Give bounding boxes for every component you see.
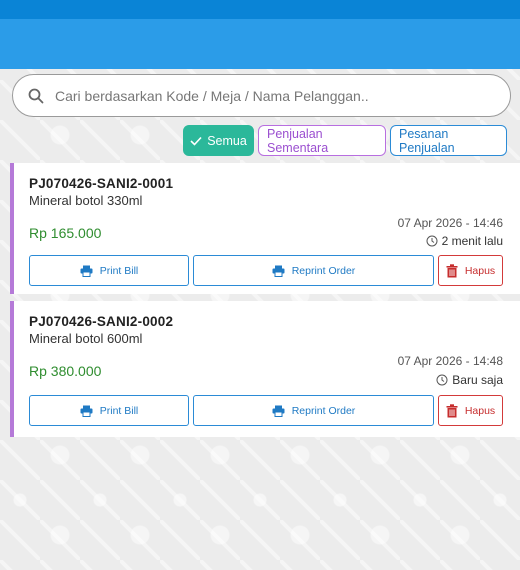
reprint-order-button[interactable]: Reprint Order [193, 255, 434, 286]
order-item: Mineral botol 330ml [29, 193, 143, 208]
filter-sales-orders-label: Pesanan Penjualan [399, 126, 455, 155]
order-price: Rp 165.000 [29, 225, 102, 241]
printer-icon [272, 265, 285, 277]
order-code: PJ070426-SANI2-0002 [29, 314, 174, 329]
order-item: Mineral botol 600ml [29, 331, 143, 346]
print-bill-label: Print Bill [99, 404, 139, 417]
printer-icon [80, 265, 93, 277]
order-time-ago: 2 menit lalu [426, 234, 503, 248]
print-bill-button[interactable]: Print Bill [29, 395, 189, 426]
search-input[interactable] [55, 87, 475, 104]
filter-chips: Semua Penjualan Sementara Pesanan Penjua… [183, 125, 507, 156]
status-bar [0, 0, 520, 19]
delete-button[interactable]: Hapus [438, 395, 503, 426]
delete-label: Hapus [464, 404, 496, 417]
filter-all-button[interactable]: Semua [183, 125, 254, 156]
trash-icon [446, 403, 458, 418]
search-bar[interactable] [12, 74, 511, 117]
order-date: 07 Apr 2026 - 14:48 [397, 354, 503, 368]
search-icon [27, 87, 45, 105]
clock-icon [436, 374, 448, 386]
order-time-ago-label: 2 menit lalu [441, 234, 503, 248]
order-code: PJ070426-SANI2-0001 [29, 176, 174, 191]
order-price: Rp 380.000 [29, 363, 102, 379]
delete-label: Hapus [464, 264, 496, 277]
order-date: 07 Apr 2026 - 14:46 [397, 216, 503, 230]
main-content: Semua Penjualan Sementara Pesanan Penjua… [0, 69, 520, 570]
order-card: PJ070426-SANI2-0002 Mineral botol 600ml … [10, 301, 520, 437]
order-card: PJ070426-SANI2-0001 Mineral botol 330ml … [10, 163, 520, 294]
trash-icon [446, 263, 458, 278]
filter-temp-sales-button[interactable]: Penjualan Sementara [258, 125, 386, 156]
filter-temp-sales-label: Penjualan Sementara [267, 126, 329, 155]
printer-icon [80, 405, 93, 417]
print-bill-button[interactable]: Print Bill [29, 255, 189, 286]
printer-icon [272, 405, 285, 417]
reprint-order-label: Reprint Order [291, 404, 356, 417]
print-bill-label: Print Bill [99, 264, 139, 277]
filter-all-label: Semua [207, 133, 247, 148]
clock-icon [426, 235, 438, 247]
order-time-ago-label: Baru saja [452, 373, 503, 387]
filter-sales-orders-button[interactable]: Pesanan Penjualan [390, 125, 507, 156]
order-time-ago: Baru saja [436, 373, 503, 387]
app-header [0, 19, 520, 69]
reprint-order-label: Reprint Order [291, 264, 356, 277]
delete-button[interactable]: Hapus [438, 255, 503, 286]
check-icon [190, 136, 202, 146]
reprint-order-button[interactable]: Reprint Order [193, 395, 434, 426]
